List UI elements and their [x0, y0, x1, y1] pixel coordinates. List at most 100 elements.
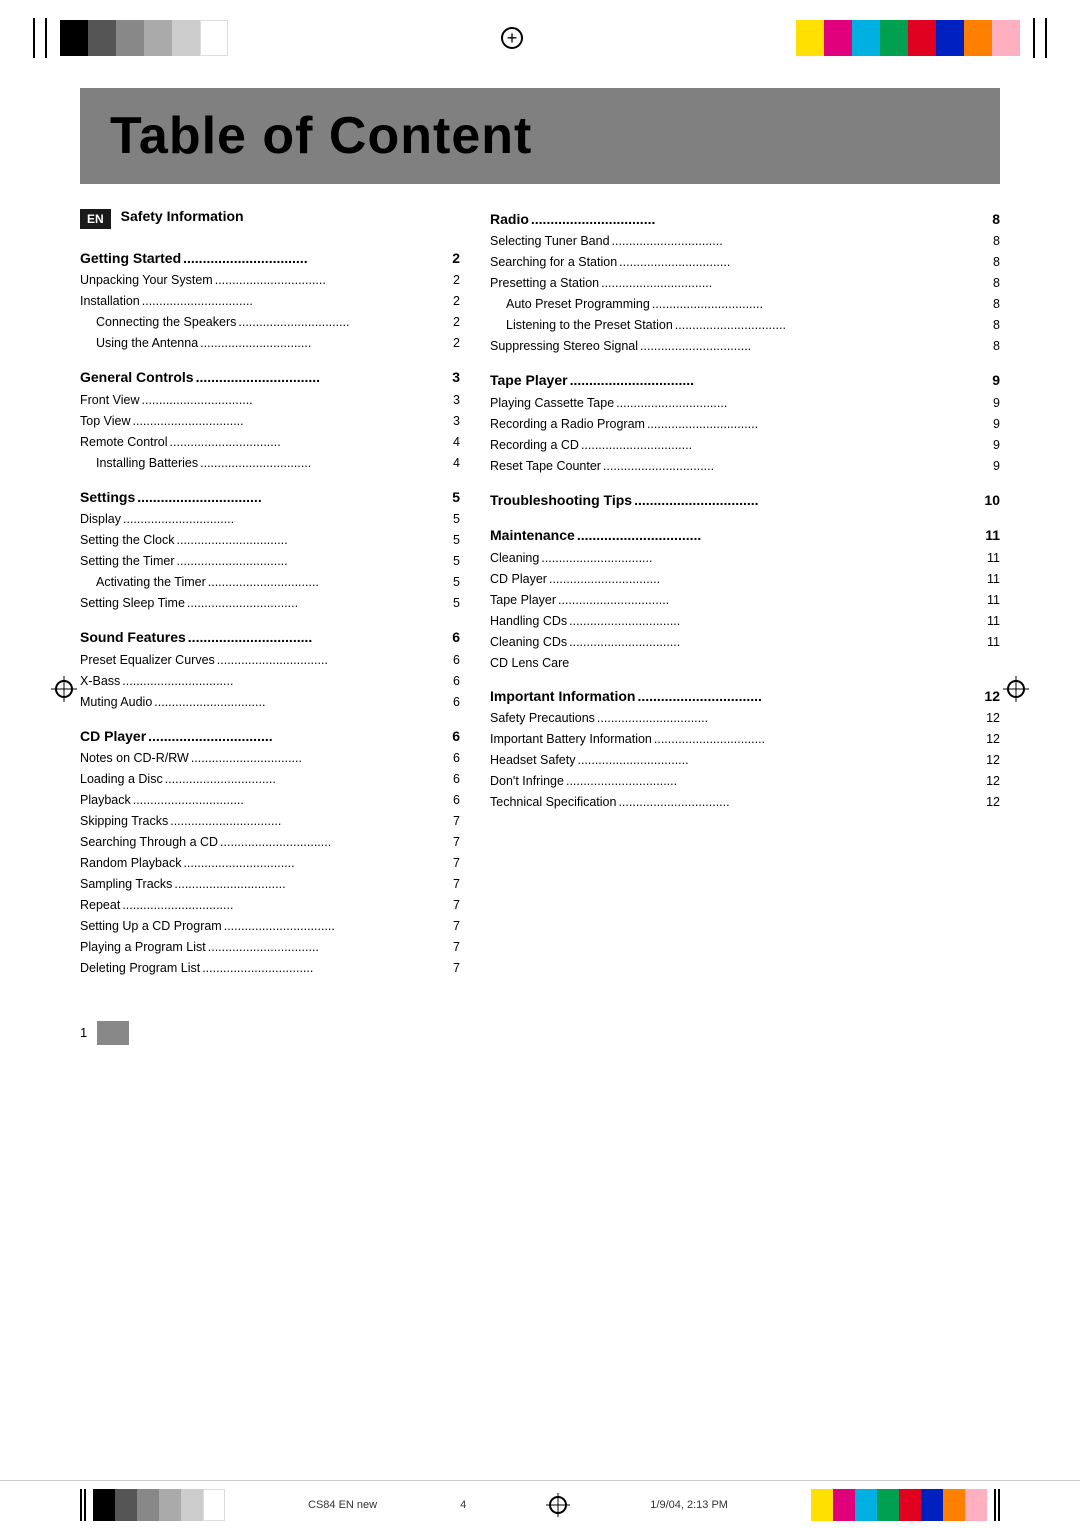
- footer-doc-code: CS84 EN new: [308, 1499, 377, 1511]
- toc-entry: Cleaning CDs ...........................…: [490, 632, 1000, 653]
- toc-entry: Installing Batteries ...................…: [80, 453, 460, 474]
- entry-label: Connecting the Speakers: [96, 312, 236, 332]
- center-registration: [228, 27, 796, 49]
- toc-entry: Suppressing Stereo Signal ..............…: [490, 336, 1000, 357]
- toc-main-getting-started: Getting Started ........................…: [80, 247, 460, 270]
- toc-entry: Selecting Tuner Band ...................…: [490, 231, 1000, 252]
- toc-main-cd-player: CD Player ..............................…: [80, 725, 460, 748]
- toc-entry: Random Playback ........................…: [80, 853, 460, 874]
- color-blocks-left: [60, 20, 228, 56]
- toc-section-radio: Radio ................................ 8…: [490, 208, 1000, 357]
- footer-color-bar-right: [811, 1489, 1000, 1521]
- main-content: EN Safety Information Getting Started ..…: [80, 208, 1000, 991]
- toc-entry: Display ................................…: [80, 509, 460, 530]
- getting-started-page: 2: [442, 247, 460, 269]
- footer-color-bar-left: [80, 1489, 225, 1521]
- toc-main-tape-player: Tape Player ............................…: [490, 369, 1000, 392]
- title-section: Table of Content: [80, 88, 1000, 184]
- toc-entry: Loading a Disc .........................…: [80, 769, 460, 790]
- left-reg-marks: [30, 18, 50, 58]
- toc-entry: Setting Sleep Time .....................…: [80, 593, 460, 614]
- toc-entry: Don't Infringe .........................…: [490, 771, 1000, 792]
- toc-entry: Setting the Timer ......................…: [80, 551, 460, 572]
- toc-main-settings: Settings ...............................…: [80, 486, 460, 509]
- toc-entry: Using the Antenna ......................…: [80, 333, 460, 354]
- toc-entry: CD Lens Care: [490, 653, 1000, 673]
- toc-entry: Repeat ................................ …: [80, 895, 460, 916]
- en-badge: EN: [80, 209, 111, 229]
- toc-entry: Notes on CD-R/RW .......................…: [80, 748, 460, 769]
- toc-entry: Playback ...............................…: [80, 790, 460, 811]
- toc-main-troubleshooting: Troubleshooting Tips ...................…: [490, 489, 1000, 512]
- toc-entry: Unpacking Your System ..................…: [80, 270, 460, 291]
- toc-main-general-controls: General Controls .......................…: [80, 366, 460, 389]
- toc-entry: CD Player ..............................…: [490, 569, 1000, 590]
- bottom-area: 1: [80, 1021, 1000, 1045]
- toc-entry: X-Bass ................................ …: [80, 671, 460, 692]
- toc-entry: Setting Up a CD Program ................…: [80, 916, 460, 937]
- toc-entry: Recording a Radio Program ..............…: [490, 414, 1000, 435]
- general-controls-page: 3: [442, 366, 460, 388]
- toc-entry: Technical Specification ................…: [490, 792, 1000, 813]
- entry-label: Unpacking Your System: [80, 270, 213, 290]
- toc-entry: Reset Tape Counter .....................…: [490, 456, 1000, 477]
- entry-page: 2: [442, 333, 460, 353]
- right-column: Radio ................................ 8…: [490, 208, 1000, 991]
- toc-entry: Auto Preset Programming ................…: [490, 294, 1000, 315]
- toc-entry: Top View ...............................…: [80, 411, 460, 432]
- page-title: Table of Content: [110, 106, 970, 166]
- toc-entry: Connecting the Speakers ................…: [80, 312, 460, 333]
- toc-entry: Sampling Tracks ........................…: [80, 874, 460, 895]
- toc-main-radio: Radio ................................ 8: [490, 208, 1000, 231]
- safety-info-header: EN Safety Information: [80, 208, 460, 229]
- toc-section-sound-features: Sound Features .........................…: [80, 626, 460, 712]
- toc-entry: Handling CDs ...........................…: [490, 611, 1000, 632]
- left-column: EN Safety Information Getting Started ..…: [80, 208, 460, 991]
- entry-page: 2: [442, 270, 460, 290]
- toc-entry: Searching for a Station ................…: [490, 252, 1000, 273]
- safety-title: Safety Information: [121, 208, 244, 224]
- toc-entry: Muting Audio ...........................…: [80, 692, 460, 713]
- entry-label: Installation: [80, 291, 140, 311]
- footer-date: 1/9/04, 2:13 PM: [650, 1499, 728, 1511]
- toc-entry: Recording a CD .........................…: [490, 435, 1000, 456]
- toc-section-important-info: Important Information ..................…: [490, 685, 1000, 813]
- toc-entry: Important Battery Information ..........…: [490, 729, 1000, 750]
- toc-entry: Skipping Tracks ........................…: [80, 811, 460, 832]
- toc-section-settings: Settings ...............................…: [80, 486, 460, 614]
- general-controls-label: General Controls: [80, 366, 194, 388]
- toc-entry: Searching Through a CD .................…: [80, 832, 460, 853]
- getting-started-label: Getting Started: [80, 247, 181, 269]
- toc-main-maintenance: Maintenance ............................…: [490, 524, 1000, 547]
- toc-entry: Activating the Timer ...................…: [80, 572, 460, 593]
- entry-page: 2: [442, 291, 460, 311]
- toc-section-tape-player: Tape Player ............................…: [490, 369, 1000, 476]
- footer-center-mark: [549, 1496, 567, 1514]
- gray-box: [97, 1021, 129, 1045]
- toc-entry: Preset Equalizer Curves ................…: [80, 650, 460, 671]
- entry-label: Using the Antenna: [96, 333, 198, 353]
- toc-main-sound-features: Sound Features .........................…: [80, 626, 460, 649]
- entry-page: 2: [442, 312, 460, 332]
- toc-section-troubleshooting: Troubleshooting Tips ...................…: [490, 489, 1000, 512]
- toc-entry: Listening to the Preset Station ........…: [490, 315, 1000, 336]
- toc-section-general-controls: General Controls .......................…: [80, 366, 460, 473]
- toc-entry: Headset Safety .........................…: [490, 750, 1000, 771]
- toc-entry: Remote Control .........................…: [80, 432, 460, 453]
- toc-main-important-info: Important Information ..................…: [490, 685, 1000, 708]
- toc-section-maintenance: Maintenance ............................…: [490, 524, 1000, 672]
- toc-entry: Deleting Program List ..................…: [80, 958, 460, 979]
- toc-entry: Tape Player ............................…: [490, 590, 1000, 611]
- toc-section-getting-started: Getting Started ........................…: [80, 247, 460, 354]
- right-registration-mark: [1007, 680, 1025, 698]
- left-registration-mark: [55, 680, 73, 698]
- footer-bar: CS84 EN new 4 1/9/04, 2:13 PM: [0, 1480, 1080, 1528]
- toc-entry: Setting the Clock ......................…: [80, 530, 460, 551]
- page-number: 1: [80, 1025, 87, 1040]
- toc-entry: Playing Cassette Tape ..................…: [490, 393, 1000, 414]
- toc-entry: Installation ...........................…: [80, 291, 460, 312]
- toc-entry: Cleaning ...............................…: [490, 548, 1000, 569]
- color-bar-top: [0, 0, 1080, 68]
- toc-entry: Playing a Program List .................…: [80, 937, 460, 958]
- toc-entry: Front View .............................…: [80, 390, 460, 411]
